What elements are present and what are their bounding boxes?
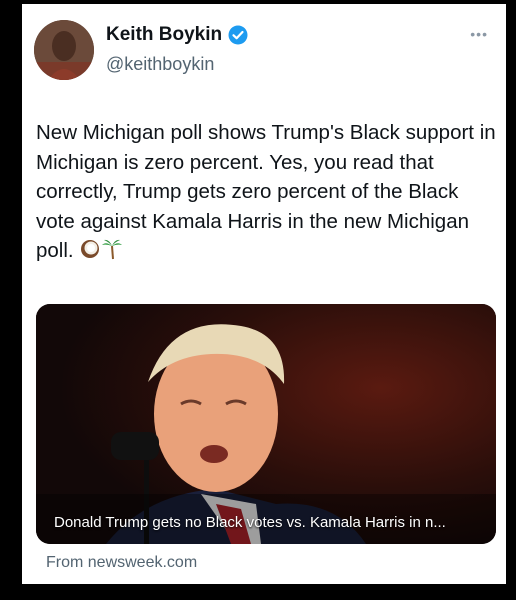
palm-tree-icon <box>101 238 123 260</box>
link-source[interactable]: From newsweek.com <box>46 554 197 572</box>
avatar[interactable] <box>34 20 94 80</box>
link-card-headline[interactable]: Donald Trump gets no Black votes vs. Kam… <box>54 514 446 531</box>
coconut-icon <box>79 238 101 260</box>
author-handle[interactable]: @keithboykin <box>106 54 214 75</box>
verified-badge-icon <box>228 25 248 45</box>
author-name[interactable]: Keith Boykin <box>106 24 222 46</box>
link-card-image[interactable]: Donald Trump gets no Black votes vs. Kam… <box>36 304 496 544</box>
tweet-text: New Michigan poll shows Trump's Black su… <box>36 118 498 266</box>
tweet-card: Keith Boykin @keithboykin ••• New Michig… <box>22 4 506 584</box>
more-dots-icon[interactable]: ••• <box>470 27 488 41</box>
